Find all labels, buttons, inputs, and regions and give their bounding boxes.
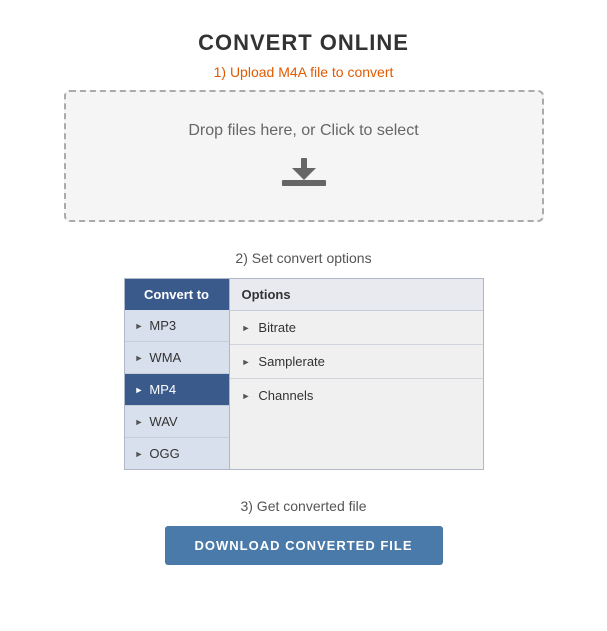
format-label-mp3: MP3: [149, 318, 176, 333]
format-label-mp4: MP4: [149, 382, 176, 397]
format-arrow-wav: ►: [135, 417, 144, 427]
format-arrow-mp3: ►: [135, 321, 144, 331]
format-item-ogg[interactable]: ► OGG: [125, 438, 229, 469]
format-arrow-mp4: ►: [135, 385, 144, 395]
format-label-ogg: OGG: [149, 446, 179, 461]
step2-label: 2) Set convert options: [235, 250, 371, 266]
option-label-samplerate: Samplerate: [258, 354, 324, 369]
dropzone-text: Drop files here, or Click to select: [188, 122, 418, 140]
step1-label: 1) Upload M4A file to convert: [214, 64, 394, 80]
download-button[interactable]: DOWNLOAD CONVERTED FILE: [165, 526, 443, 565]
upload-icon: [282, 154, 326, 190]
format-arrow-ogg: ►: [135, 449, 144, 459]
option-channels[interactable]: ► Channels: [230, 379, 483, 412]
option-bitrate[interactable]: ► Bitrate: [230, 311, 483, 345]
options-panel: Options ► Bitrate ► Samplerate ► Channel…: [230, 279, 483, 469]
convert-panel: Convert to ► MP3 ► WMA ► MP4 ► WAV ► OGG…: [124, 278, 484, 470]
option-label-channels: Channels: [258, 388, 313, 403]
option-samplerate[interactable]: ► Samplerate: [230, 345, 483, 379]
format-label-wma: WMA: [149, 350, 181, 365]
format-item-wma[interactable]: ► WMA: [125, 342, 229, 374]
format-label-wav: WAV: [149, 414, 177, 429]
format-arrow-wma: ►: [135, 353, 144, 363]
format-item-wav[interactable]: ► WAV: [125, 406, 229, 438]
format-list: Convert to ► MP3 ► WMA ► MP4 ► WAV ► OGG: [125, 279, 230, 469]
file-dropzone[interactable]: Drop files here, or Click to select: [64, 90, 544, 222]
option-arrow-bitrate: ►: [242, 323, 251, 333]
page-title: CONVERT ONLINE: [198, 30, 409, 56]
option-arrow-channels: ►: [242, 391, 251, 401]
options-header: Options: [230, 279, 483, 311]
option-arrow-samplerate: ►: [242, 357, 251, 367]
option-label-bitrate: Bitrate: [258, 320, 296, 335]
step3-label: 3) Get converted file: [240, 498, 366, 514]
format-item-mp3[interactable]: ► MP3: [125, 310, 229, 342]
format-item-mp4[interactable]: ► MP4: [125, 374, 229, 406]
format-list-header: Convert to: [125, 279, 229, 310]
